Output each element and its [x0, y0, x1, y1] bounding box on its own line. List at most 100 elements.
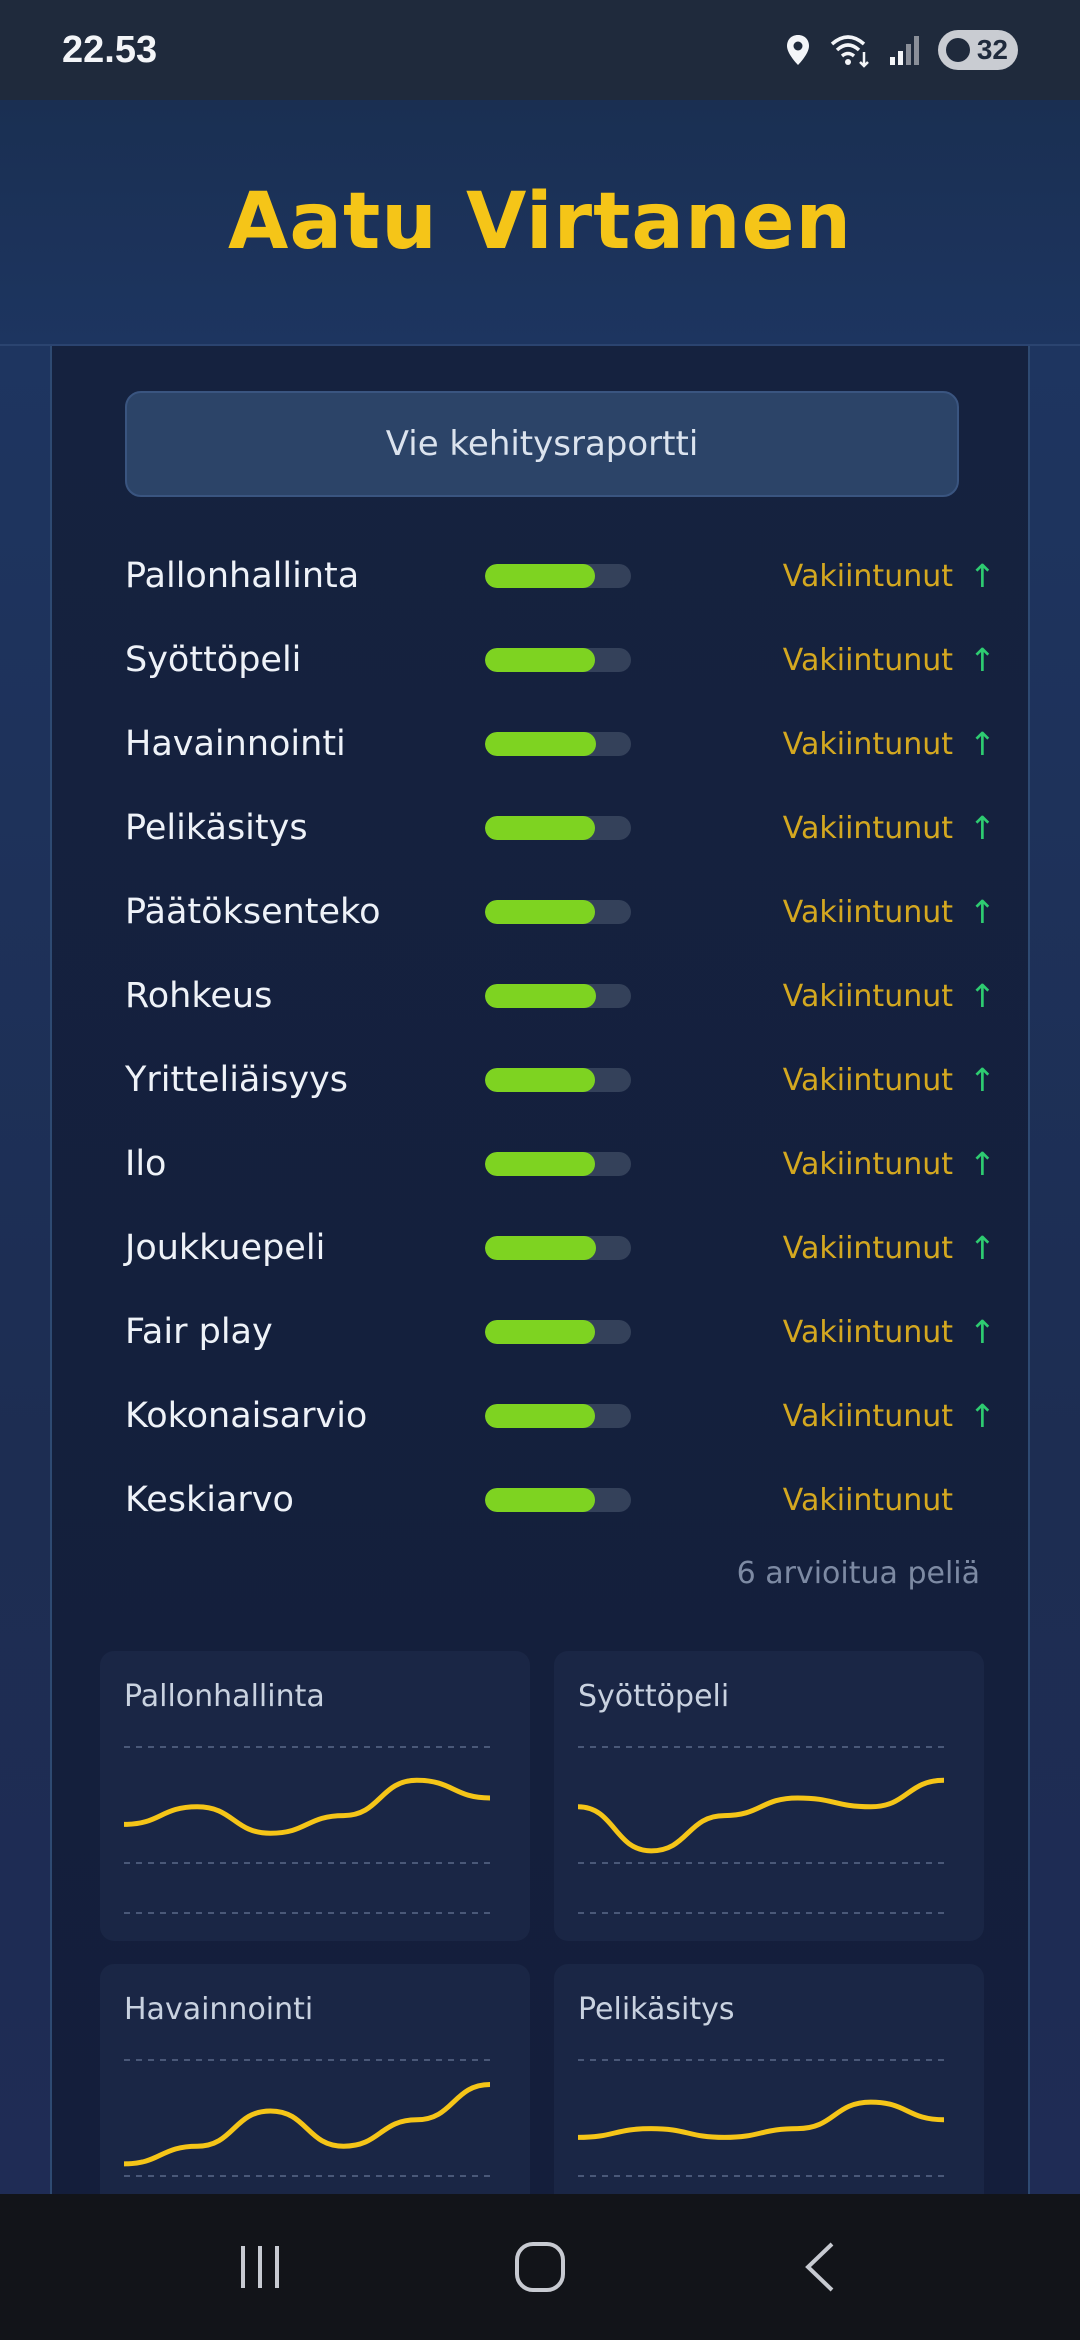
- skill-label: Keskiarvo: [125, 1480, 294, 1520]
- trend-chart: [578, 1746, 944, 1914]
- trend-up-icon: ↑: [969, 1397, 996, 1435]
- signal-icon: [890, 36, 919, 65]
- skill-label: Yritteliäisyys: [125, 1060, 348, 1100]
- trend-chart-title: Syöttöpeli: [578, 1679, 730, 1714]
- skill-progress-fill: [485, 816, 595, 840]
- skill-status: Vakiintunut: [782, 642, 953, 678]
- skill-row: Havainnointi Vakiintunut ↑: [125, 714, 996, 774]
- trend-chart-title: Pelikäsitys: [578, 1992, 735, 2027]
- skill-progress-fill: [485, 1320, 595, 1344]
- skill-row: Joukkuepeli Vakiintunut ↑: [125, 1218, 996, 1278]
- skill-progress-fill: [485, 984, 596, 1008]
- skill-progress-bar: [485, 816, 631, 840]
- games-count: 6 arvioitua peliä: [736, 1556, 980, 1591]
- status-time: 22.53: [62, 28, 158, 71]
- skill-row: Kokonaisarvio Vakiintunut ↑: [125, 1386, 996, 1446]
- status-icons: 32: [784, 30, 1018, 70]
- skill-progress-bar: [485, 1236, 631, 1260]
- trend-chart-card: Havainnointi: [100, 1964, 530, 2194]
- skill-status: Vakiintunut: [782, 1230, 953, 1266]
- trend-up-icon: ↑: [969, 1313, 996, 1351]
- page-title: Aatu Virtanen: [227, 177, 853, 267]
- skill-label: Havainnointi: [125, 724, 346, 764]
- skill-row: Pallonhallinta Vakiintunut ↑: [125, 546, 996, 606]
- skill-progress-bar: [485, 1404, 631, 1428]
- skill-progress-fill: [485, 1152, 595, 1176]
- recent-apps-button[interactable]: [220, 2227, 300, 2307]
- skill-progress-fill: [485, 648, 595, 672]
- skill-row: Yritteliäisyys Vakiintunut ↑: [125, 1050, 996, 1110]
- skill-progress-bar: [485, 648, 631, 672]
- trend-up-icon: ↑: [969, 977, 996, 1015]
- battery-saver-icon: [946, 38, 970, 62]
- skill-label: Syöttöpeli: [125, 640, 302, 680]
- skill-status: Vakiintunut: [782, 558, 953, 594]
- skill-label: Fair play: [125, 1312, 273, 1352]
- skill-label: Rohkeus: [125, 976, 273, 1016]
- trend-up-icon: ↑: [969, 1145, 996, 1183]
- battery-icon: 32: [938, 30, 1018, 70]
- skill-status: Vakiintunut: [782, 1482, 953, 1518]
- skill-progress-fill: [485, 1236, 596, 1260]
- skill-status: Vakiintunut: [782, 810, 953, 846]
- trend-up-icon: ↑: [969, 893, 996, 931]
- location-icon: [787, 35, 809, 65]
- trend-chart-card: Pallonhallinta: [100, 1651, 530, 1941]
- skill-status: Vakiintunut: [782, 894, 953, 930]
- header: Aatu Virtanen: [0, 100, 1080, 346]
- trend-up-icon: ↑: [969, 1061, 996, 1099]
- skill-row: Keskiarvo Vakiintunut: [125, 1470, 995, 1530]
- skill-row: Rohkeus Vakiintunut ↑: [125, 966, 996, 1026]
- status-bar: 22.53 32: [0, 0, 1080, 100]
- skill-row: Ilo Vakiintunut ↑: [125, 1134, 996, 1194]
- skill-row: Fair play Vakiintunut ↑: [125, 1302, 996, 1362]
- trend-up-icon: ↑: [969, 725, 996, 763]
- skill-progress-bar: [485, 1320, 631, 1344]
- home-icon: [515, 2242, 565, 2292]
- wifi-icon: [830, 35, 869, 68]
- trend-chart: [124, 1746, 490, 1914]
- player-panel: Vie kehitysraportti Pallonhallinta Vakiin…: [50, 346, 1030, 2194]
- trend-up-icon: ↑: [969, 557, 996, 595]
- skill-progress-fill: [485, 732, 596, 756]
- trend-chart: [578, 2059, 944, 2177]
- skill-progress-bar: [485, 1068, 631, 1092]
- export-report-button[interactable]: Vie kehitysraportti: [125, 391, 959, 497]
- trend-line: [578, 2099, 944, 2140]
- trend-chart-card: Pelikäsitys: [554, 1964, 984, 2194]
- trend-line: [124, 1777, 490, 1836]
- skill-label: Pelikäsitys: [125, 808, 308, 848]
- recent-apps-icon: [241, 2246, 279, 2288]
- skill-status: Vakiintunut: [782, 1062, 953, 1098]
- skill-status: Vakiintunut: [782, 1398, 953, 1434]
- home-button[interactable]: [500, 2227, 580, 2307]
- skill-progress-bar: [485, 1152, 631, 1176]
- skill-status: Vakiintunut: [782, 1146, 953, 1182]
- trend-chart: [124, 2059, 490, 2177]
- skill-progress-bar: [485, 1488, 631, 1512]
- back-button[interactable]: [780, 2227, 860, 2307]
- back-icon: [805, 2242, 834, 2292]
- trend-up-icon: ↑: [969, 1229, 996, 1267]
- skill-progress-bar: [485, 564, 631, 588]
- skill-label: Pallonhallinta: [125, 556, 360, 596]
- trend-line: [578, 1777, 944, 1854]
- skill-progress-bar: [485, 732, 631, 756]
- trend-up-icon: ↑: [969, 641, 996, 679]
- skill-row: Pelikäsitys Vakiintunut ↑: [125, 798, 996, 858]
- skill-progress-bar: [485, 900, 631, 924]
- navigation-bar: [0, 2194, 1080, 2340]
- skill-progress-fill: [485, 564, 595, 588]
- skill-row: Syöttöpeli Vakiintunut ↑: [125, 630, 996, 690]
- skill-label: Kokonaisarvio: [125, 1396, 368, 1436]
- trend-chart-title: Pallonhallinta: [124, 1679, 325, 1714]
- skill-label: Joukkuepeli: [125, 1228, 326, 1268]
- skill-progress-fill: [485, 1488, 595, 1512]
- skill-status: Vakiintunut: [782, 1314, 953, 1350]
- skill-progress-fill: [485, 1068, 595, 1092]
- trend-chart-card: Syöttöpeli: [554, 1651, 984, 1941]
- trend-chart-title: Havainnointi: [124, 1992, 314, 2027]
- skill-label: Ilo: [125, 1144, 167, 1184]
- skill-status: Vakiintunut: [782, 978, 953, 1014]
- skill-status: Vakiintunut: [782, 726, 953, 762]
